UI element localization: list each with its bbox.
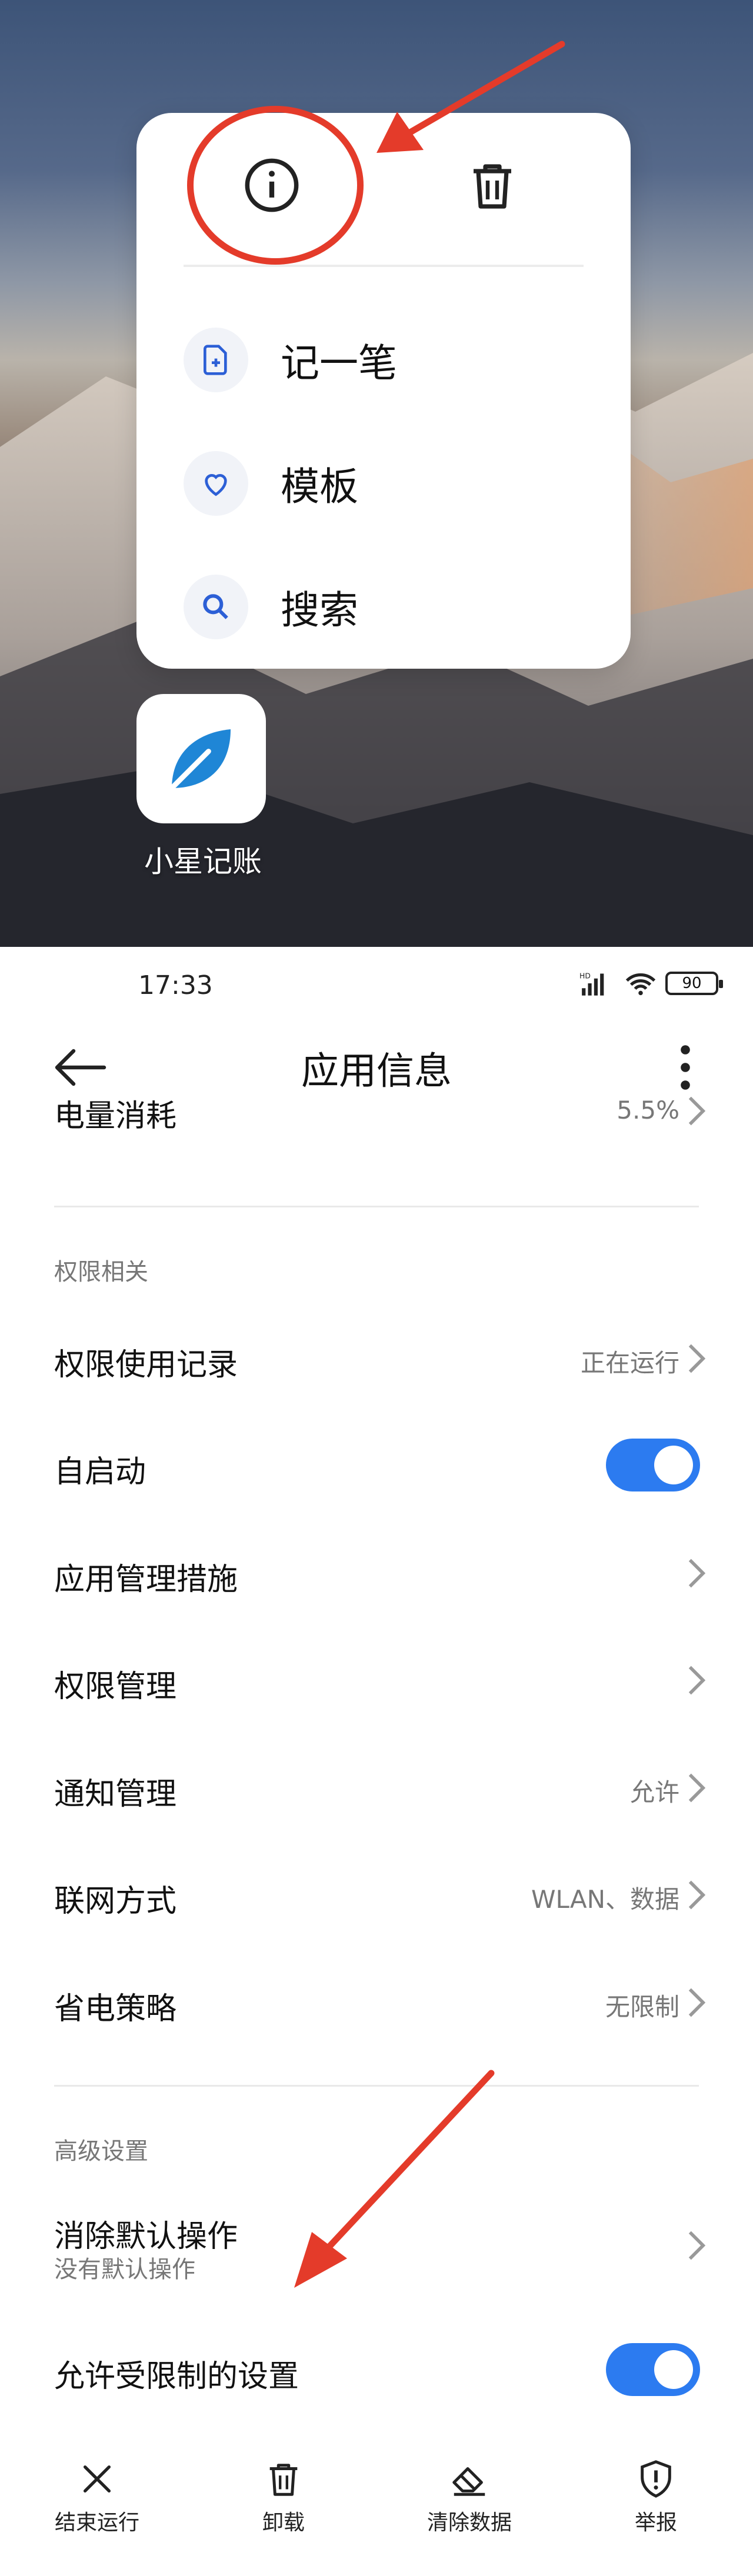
app-info-screen: 17:33 HD 90 应用信息 电量消耗 5.5% 权限相关 权限使用记录 正… xyxy=(0,947,753,2576)
report-shield-icon xyxy=(641,2460,671,2498)
row-permission-history[interactable]: 权限使用记录 正在运行 xyxy=(0,1306,753,1412)
row-label: 联网方式 xyxy=(54,1884,177,1919)
popup-divider xyxy=(184,265,584,267)
row-label: 通知管理 xyxy=(54,1777,177,1812)
toggle-knob xyxy=(654,1446,693,1484)
row-label: 自启动 xyxy=(54,1454,146,1490)
row-app-management[interactable]: 应用管理措施 xyxy=(0,1520,753,1626)
annotation-arrow xyxy=(294,2070,495,2288)
signal-icon: HD xyxy=(579,972,604,996)
divider xyxy=(54,1206,699,1207)
force-stop-button[interactable]: 结束运行 xyxy=(26,2458,168,2536)
row-value: 正在运行 xyxy=(580,1349,679,1377)
status-icons: HD 90 xyxy=(579,970,723,996)
annotation-arrow xyxy=(376,41,565,153)
action-label: 举报 xyxy=(634,2511,677,2535)
chevron-right-icon xyxy=(688,1344,706,1373)
row-label: 消除默认操作 xyxy=(54,2219,238,2254)
eraser-icon xyxy=(452,2467,485,2496)
annotation-circle xyxy=(187,106,364,265)
row-value: 5.5% xyxy=(617,1097,679,1125)
bottom-action-bar: 结束运行 卸载 清除数据 举报 xyxy=(0,2447,753,2576)
shortcut-label: 搜索 xyxy=(281,588,358,633)
status-bar: 17:33 HD 90 xyxy=(0,947,753,1023)
row-value: 无限制 xyxy=(605,1993,679,2021)
row-notification[interactable]: 通知管理 允许 xyxy=(0,1735,753,1841)
app-icon[interactable] xyxy=(136,694,266,823)
row-label: 权限管理 xyxy=(54,1669,177,1704)
row-network[interactable]: 联网方式 WLAN、数据 xyxy=(0,1842,753,1948)
note-add-icon xyxy=(184,328,248,392)
close-icon xyxy=(83,2465,111,2493)
row-label: 允许受限制的设置 xyxy=(54,2359,299,2394)
page-title: 应用信息 xyxy=(301,1050,452,1093)
row-value: 允许 xyxy=(629,1778,679,1807)
svg-text:HD: HD xyxy=(579,972,591,980)
chevron-right-icon xyxy=(688,1666,706,1695)
leaf-icon xyxy=(169,729,231,791)
heart-icon xyxy=(184,451,248,516)
row-subtitle: 没有默认操作 xyxy=(54,2256,195,2283)
chevron-right-icon xyxy=(688,1988,706,2017)
status-time: 17:33 xyxy=(138,970,213,1000)
row-battery-usage[interactable]: 电量消耗 5.5% xyxy=(0,1097,753,1156)
row-label: 应用管理措施 xyxy=(54,1562,238,1597)
section-permissions: 权限相关 xyxy=(54,1259,148,1286)
chevron-right-icon xyxy=(688,1880,706,1910)
shortcut-label: 模板 xyxy=(281,464,358,509)
chevron-right-icon xyxy=(688,1559,706,1588)
chevron-right-icon xyxy=(688,1773,706,1803)
shortcut-search[interactable]: 搜索 xyxy=(184,563,358,651)
toggle-knob xyxy=(654,2350,693,2389)
section-advanced: 高级设置 xyxy=(54,2138,148,2165)
autostart-toggle[interactable] xyxy=(606,1439,700,1491)
chevron-right-icon xyxy=(688,2231,706,2260)
battery-indicator: 90 xyxy=(665,972,723,995)
row-permission-management[interactable]: 权限管理 xyxy=(0,1627,753,1733)
report-button[interactable]: 举报 xyxy=(585,2458,727,2536)
app-name-label: 小星记账 xyxy=(144,845,262,879)
row-restricted-settings[interactable]: 允许受限制的设置 xyxy=(0,2317,753,2423)
shortcut-template[interactable]: 模板 xyxy=(184,439,358,528)
search-icon xyxy=(184,575,248,639)
home-screen: 记一笔 模板 搜索 小星记账 xyxy=(0,0,753,947)
row-label: 电量消耗 xyxy=(54,1099,177,1134)
trash-icon xyxy=(269,2464,298,2496)
wifi-icon xyxy=(625,973,656,996)
uninstall-button[interactable]: 卸载 xyxy=(213,2458,354,2536)
shortcut-label: 记一笔 xyxy=(281,341,397,386)
row-power-saving[interactable]: 省电策略 无限制 xyxy=(0,1950,753,2056)
clear-data-button[interactable]: 清除数据 xyxy=(399,2458,540,2536)
row-label: 权限使用记录 xyxy=(54,1347,238,1383)
row-value: WLAN、数据 xyxy=(531,1885,679,1914)
action-label: 结束运行 xyxy=(54,2511,139,2535)
shortcut-note[interactable]: 记一笔 xyxy=(184,316,397,404)
restricted-settings-toggle[interactable] xyxy=(606,2343,700,2396)
action-label: 清除数据 xyxy=(427,2511,512,2535)
row-autostart[interactable]: 自启动 xyxy=(0,1413,753,1519)
more-icon[interactable] xyxy=(668,1041,703,1094)
action-label: 卸载 xyxy=(262,2511,305,2535)
row-label: 省电策略 xyxy=(54,1991,177,2027)
chevron-right-icon xyxy=(688,1097,706,1126)
